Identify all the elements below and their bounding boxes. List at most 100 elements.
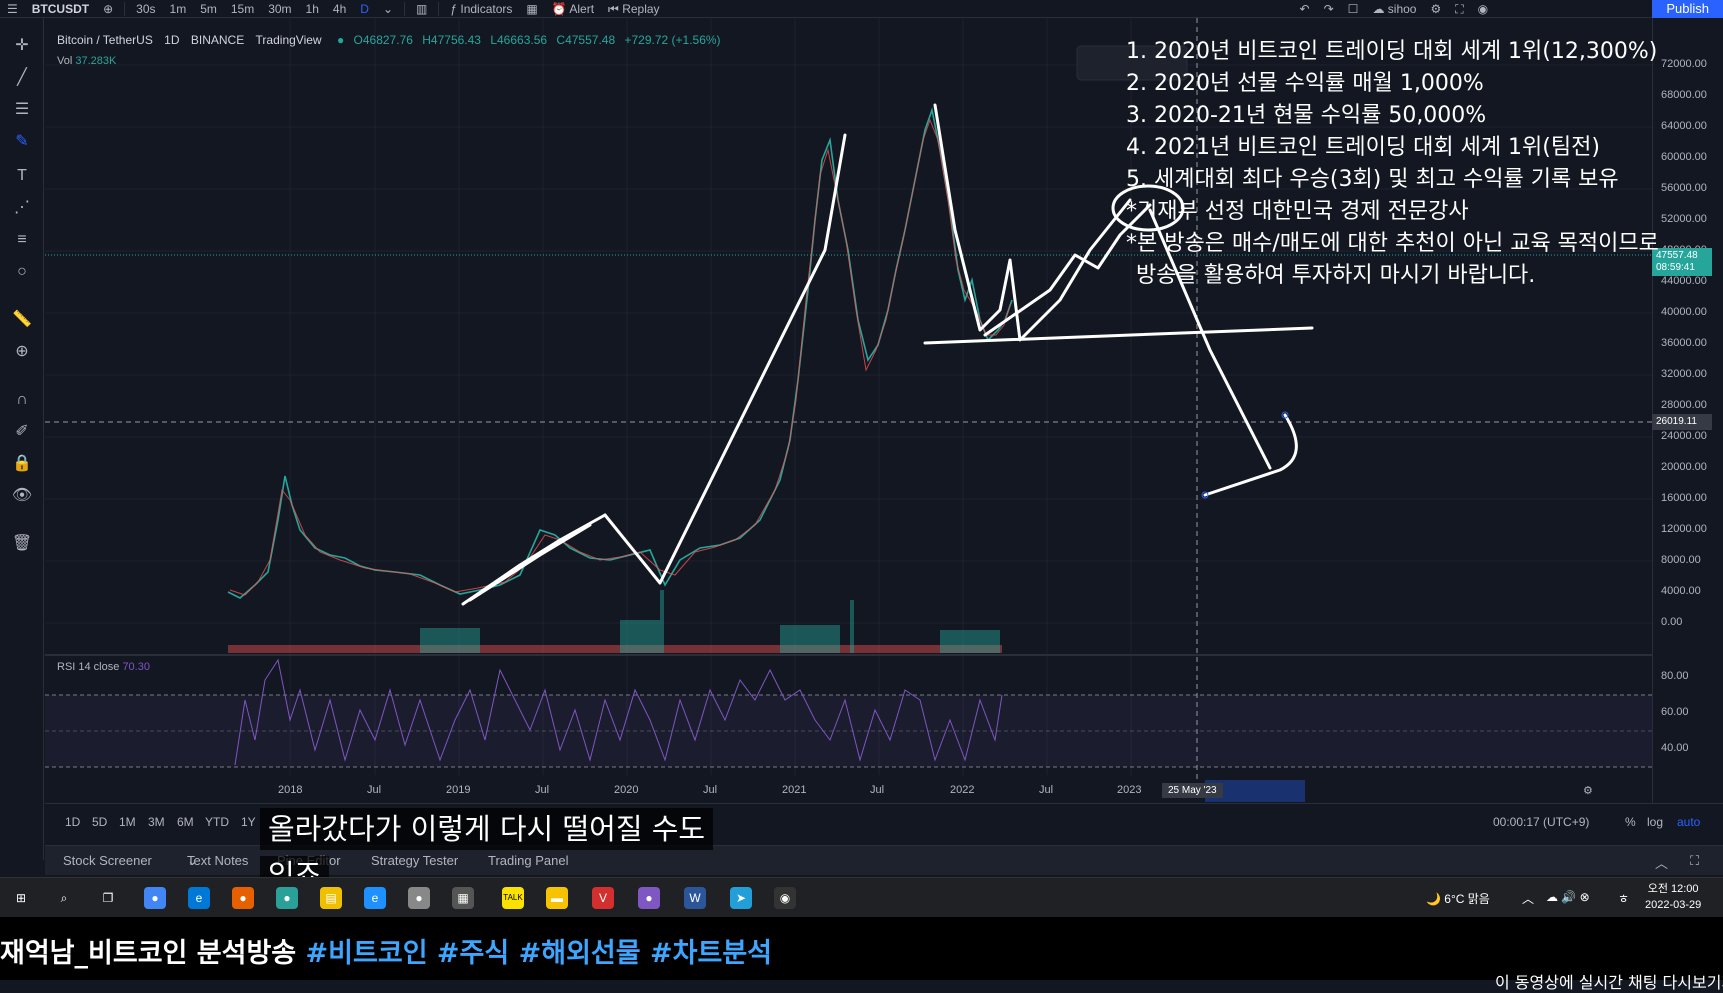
tab-strategy-tester[interactable]: Strategy Tester xyxy=(371,853,458,868)
time-label: Jul xyxy=(367,784,382,796)
firefox-icon[interactable]: ● xyxy=(232,887,254,909)
volume-legend[interactable]: Vol 37.283K xyxy=(57,55,116,67)
last-price-value: 47557.48 xyxy=(1656,250,1698,261)
time-label: 2022 xyxy=(950,784,975,796)
range-1y[interactable]: 1Y xyxy=(241,815,256,829)
price-label: 60000.00 xyxy=(1661,151,1707,163)
ime-indicator[interactable]: ㅎ xyxy=(1618,890,1629,907)
session-clock[interactable]: 00:00:17 (UTC+9) xyxy=(1493,815,1589,829)
price-label: 36000.00 xyxy=(1661,337,1707,349)
price-series-up xyxy=(227,106,1013,599)
axis-settings-gear-icon[interactable]: ⚙ xyxy=(1583,784,1593,797)
percent-toggle[interactable]: % xyxy=(1625,815,1636,829)
windows-start-icon[interactable]: ⊞ xyxy=(10,887,32,909)
range-ytd[interactable]: YTD xyxy=(205,815,229,829)
range-1m[interactable]: 1M xyxy=(119,815,136,829)
app-icon[interactable]: ● xyxy=(638,887,660,909)
volume-bars-up xyxy=(420,590,1000,653)
legend-symbol: Bitcoin / TetherUS xyxy=(57,33,153,47)
tab-text-notes[interactable]: Text Notes xyxy=(187,853,248,868)
price-label: 32000.00 xyxy=(1661,368,1707,380)
app-icon[interactable]: V xyxy=(592,887,614,909)
rsi-label: RSI 14 close xyxy=(57,661,120,673)
stream-overlay-text: 1. 2020년 비트코인 트레이딩 대회 세계 1위(12,300%) 2. … xyxy=(1126,36,1659,292)
legend-source: TradingView xyxy=(255,33,322,47)
live-chat-replay-note: 이 동영상에 실시간 채팅 다시보기가 xyxy=(1495,973,1723,992)
overlay-line: 3. 2020-21년 현물 수익률 50,000% xyxy=(1126,103,1487,128)
app-icon[interactable]: ● xyxy=(408,887,430,909)
price-label: 44000.00 xyxy=(1661,275,1707,287)
obs-icon[interactable]: ◉ xyxy=(774,887,796,909)
rsi-value: 70.30 xyxy=(122,661,150,673)
price-label: 28000.00 xyxy=(1661,399,1707,411)
os-taskbar: ⊞ ⌕ ❐ ● e ● ● ▤ e ● ▦ TALK ▬ V ● W ➤ ◉ 🌙… xyxy=(0,877,1723,917)
drawn-line-major-rise xyxy=(603,133,847,585)
legend-close: C47557.48 xyxy=(556,33,616,47)
time-label: Jul xyxy=(870,784,885,796)
time-label: Jul xyxy=(1039,784,1054,796)
rsi-scale-label: 40.00 xyxy=(1661,742,1689,754)
price-scale[interactable]: 72000.00 68000.00 64000.00 60000.00 5600… xyxy=(1652,18,1723,803)
legend-exchange: BINANCE xyxy=(190,33,245,47)
file-explorer-icon[interactable]: ▤ xyxy=(320,887,342,909)
overlay-line: 2. 2020년 선물 수익률 매월 1,000% xyxy=(1126,71,1484,96)
rsi-legend[interactable]: RSI 14 close 70.30 xyxy=(57,661,150,673)
price-label: 52000.00 xyxy=(1661,213,1707,225)
legend-low: L46663.56 xyxy=(490,33,548,47)
last-price-label: 47557.48 08:59:41 xyxy=(1652,248,1712,276)
word-icon[interactable]: W xyxy=(684,887,706,909)
ie-icon[interactable]: e xyxy=(364,887,386,909)
overlay-line: 5. 세계대회 최다 우승(3회) 및 최고 수익률 기록 보유 xyxy=(1126,167,1619,192)
rsi-scale-label: 60.00 xyxy=(1661,706,1689,718)
price-label: 40000.00 xyxy=(1661,306,1707,318)
moon-icon: 🌙 xyxy=(1426,892,1445,906)
legend-open: O46827.76 xyxy=(353,33,413,47)
collapse-up-icon[interactable]: ︿ xyxy=(1655,853,1668,872)
taskbar-clock[interactable]: 오전 12:00 2022-03-29 xyxy=(1645,881,1701,913)
maximize-panel-icon[interactable]: ⛶ xyxy=(1690,853,1699,869)
range-6m[interactable]: 6M xyxy=(177,815,194,829)
price-label: 72000.00 xyxy=(1661,58,1707,70)
tray-icons[interactable]: ☁ 🔊 ⊗ xyxy=(1546,890,1590,904)
tray-chevron-up-icon[interactable]: ︿ xyxy=(1522,890,1534,907)
time-label: Jul xyxy=(703,784,718,796)
range-5d[interactable]: 5D xyxy=(92,815,107,829)
telegram-icon[interactable]: ➤ xyxy=(730,887,752,909)
range-1d[interactable]: 1D xyxy=(65,815,80,829)
overlay-line: *본 방송은 매수/매도에 대한 추천이 아닌 교육 목적이므로 xyxy=(1126,231,1659,256)
tab-trading-panel[interactable]: Trading Panel xyxy=(488,853,568,868)
range-3m[interactable]: 3M xyxy=(148,815,165,829)
time-label: 2018 xyxy=(278,784,303,796)
price-label: 8000.00 xyxy=(1661,554,1701,566)
weather-widget[interactable]: 🌙 6°C 맑음 xyxy=(1426,890,1490,907)
video-hashtags[interactable]: #비트코인 #주식 #해외선물 #차트분석 xyxy=(306,938,772,969)
price-label: 64000.00 xyxy=(1661,120,1707,132)
overlay-line: 1. 2020년 비트코인 트레이딩 대회 세계 1위(12,300%) xyxy=(1126,39,1658,64)
price-label: 16000.00 xyxy=(1661,492,1707,504)
kakaotalk-icon[interactable]: TALK xyxy=(502,887,524,909)
sticky-notes-icon[interactable]: ▬ xyxy=(546,887,568,909)
overlay-line: 방송을 활용하여 투자하지 마시기 바랍니다. xyxy=(1136,263,1536,288)
auto-toggle[interactable]: auto xyxy=(1677,815,1700,829)
app-icon[interactable]: ● xyxy=(276,887,298,909)
chart-legend[interactable]: Bitcoin / TetherUS 1D BINANCE TradingVie… xyxy=(57,33,721,47)
weather-text: 6°C 맑음 xyxy=(1444,892,1490,906)
drawn-line-swing xyxy=(933,103,1132,342)
overlay-line: *기재부 선정 대한민국 경제 전문강사 xyxy=(1126,199,1469,224)
status-dot-icon: ● xyxy=(336,33,345,47)
legend-change: +729.72 (+1.56%) xyxy=(624,33,721,47)
search-icon[interactable]: ⌕ xyxy=(53,887,75,909)
last-price-countdown: 08:59:41 xyxy=(1656,262,1695,273)
edge-icon[interactable]: e xyxy=(188,887,210,909)
rsi-scale-label: 80.00 xyxy=(1661,670,1689,682)
tab-stock-screener[interactable]: Stock Screener xyxy=(63,853,152,868)
time-axis[interactable]: 2018 Jul 2019 Jul 2020 Jul 2021 Jul 2022… xyxy=(45,780,1653,802)
chrome-icon[interactable]: ● xyxy=(144,887,166,909)
video-title-bar: 재억남_비트코인 분석방송 #비트코인 #주식 #해외선물 #차트분석 이 동영… xyxy=(0,917,1723,992)
log-toggle[interactable]: log xyxy=(1647,815,1663,829)
calculator-icon[interactable]: ▦ xyxy=(452,887,474,909)
vol-value: 37.283K xyxy=(75,55,117,67)
price-series-down xyxy=(229,118,1011,596)
task-view-icon[interactable]: ❐ xyxy=(97,887,119,909)
price-label: 20000.00 xyxy=(1661,461,1707,473)
